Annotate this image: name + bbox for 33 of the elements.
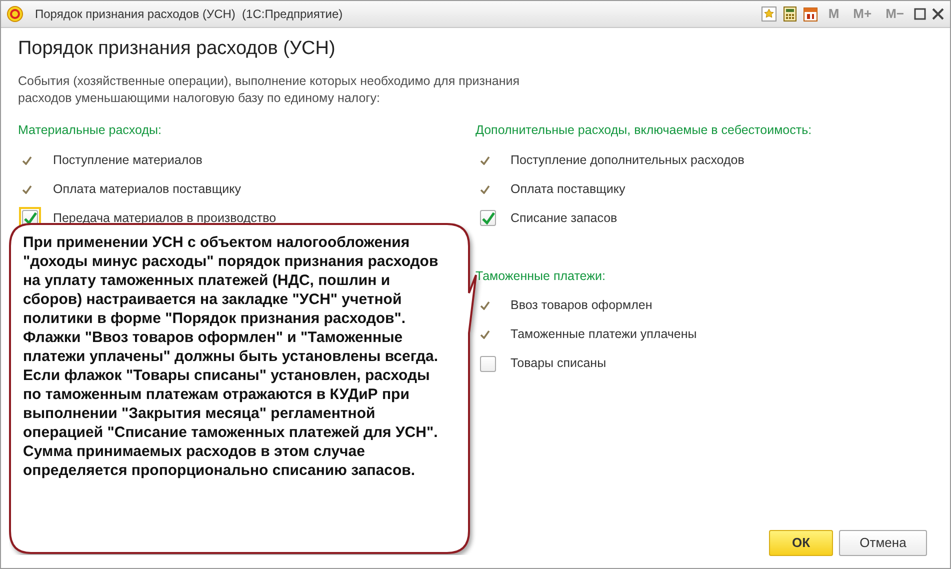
check-mark-icon	[22, 184, 32, 194]
option-label: Таможенные платежи уплачены	[510, 326, 697, 344]
check-mark-icon	[480, 184, 490, 194]
window-title: Порядок признания расходов (УСН) (1С:Предприятие)	[35, 6, 343, 23]
callout-text: При применении УСН с объектом налогообложения "доходы минус расходы" порядок признания расходов на уплату таможенных платежей (НДС, пошлин и сборов) настраивается на закладке "УСН" учетной политики в форме "Порядок признания расходов". Флажки "Ввоз товаров оформлен" и "Таможенные платежи уплачены" должны быть установлены всегда. Если флажок "Товары списаны" установлен, расходы по таможенным платежам отражаются в КУДиР при выполнении "Закрытия месяца" регламентной операцией "Списание таможенных платежей для УСН". Сумма принимаемых расходов в этом случае определяется пропорционально списанию запасов.	[23, 233, 440, 480]
description-text: События (хозяйственные операции), выполнение которых необходимо для признания расходов уменьшающими налоговую базу по единому налогу:	[18, 72, 521, 107]
option-label: Поступление материалов	[53, 152, 202, 169]
check-mark-icon	[480, 212, 494, 225]
calendar-icon[interactable]	[803, 6, 818, 22]
ok-button[interactable]: ОК	[769, 530, 833, 556]
section-title: Таможенные платежи:	[476, 268, 606, 285]
option-label: Поступление дополнительных расходов	[510, 152, 744, 169]
close-icon[interactable]	[932, 8, 944, 20]
check-mark-icon	[23, 212, 37, 225]
cancel-button[interactable]: Отмена	[839, 530, 927, 556]
option-label: Оплата поставщику	[510, 180, 626, 198]
option-label: Передача материалов в производство	[53, 210, 276, 227]
dialog-heading: Порядок признания расходов (УСН)	[18, 38, 336, 61]
checkbox[interactable]	[480, 210, 496, 226]
check-mark-icon	[480, 156, 490, 165]
check-mark-icon	[480, 301, 490, 310]
maximize-icon[interactable]	[914, 8, 926, 20]
check-mark-icon	[22, 156, 32, 165]
section-title: Дополнительные расходы, включаемые в себестоимость:	[476, 122, 813, 139]
option-label: Списание запасов	[510, 210, 618, 227]
calculator-icon[interactable]	[783, 6, 798, 22]
section-title: Материальные расходы:	[18, 122, 162, 139]
option-label: Оплата материалов поставщику	[53, 180, 241, 198]
app-logo-icon	[7, 6, 23, 22]
option-label: Товары списаны	[510, 355, 606, 372]
checkbox[interactable]	[480, 356, 496, 372]
check-mark-icon	[480, 330, 490, 340]
option-label: Ввоз товаров оформлен	[510, 297, 652, 314]
